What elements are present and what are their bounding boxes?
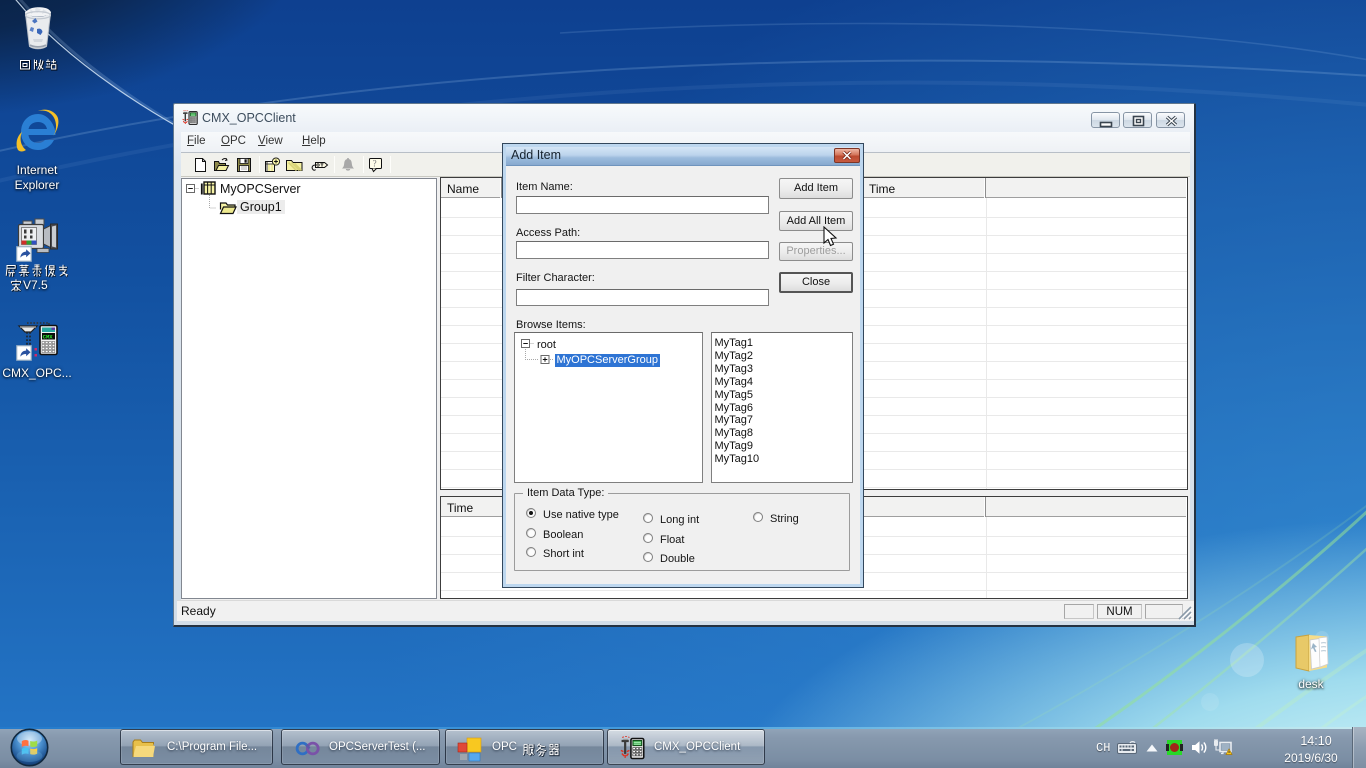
svg-text:?: ? xyxy=(373,159,377,169)
svg-text:CMX: CMX xyxy=(43,333,54,340)
